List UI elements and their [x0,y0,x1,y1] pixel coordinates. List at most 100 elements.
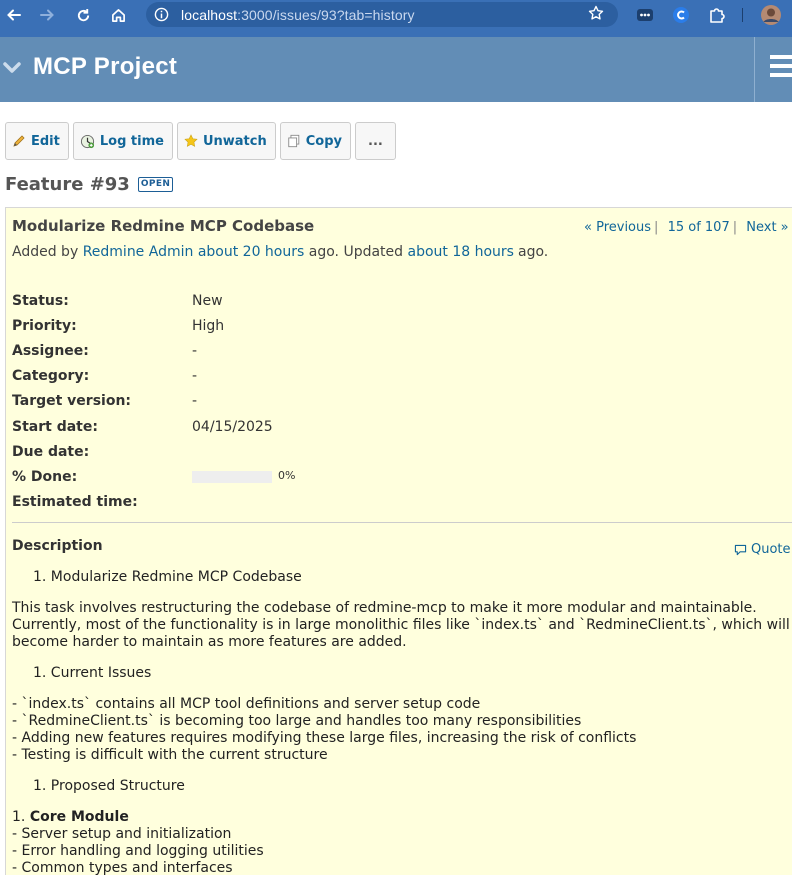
core-module-number: 1. [12,809,30,825]
attribute-row-priority: Priority: High [12,313,295,338]
url-path: :3000/issues/93?tab=history [237,6,415,23]
pencil-icon [12,134,26,148]
core-module-section: 1. Core Module - Server setup and initia… [12,809,792,875]
status-value: New [192,292,223,309]
attribute-row-due-date: Due date: [12,439,295,464]
quote-label: Quote [751,542,791,557]
edit-label: Edit [31,133,60,149]
url-text[interactable]: localhost:3000/issues/93?tab=history [181,7,415,23]
added-time-link[interactable]: about 20 hours [198,244,304,260]
ago-text: ago. [517,244,549,260]
issue-heading: Feature #93 OPEN [5,174,174,195]
description-body: 1. Modularize Redmine MCP Codebase This … [12,569,792,875]
comment-icon [734,544,747,555]
issue-toolbar: Edit Log time Unwatch Copy ... [5,122,396,160]
done-progress: 0% [192,469,296,483]
attribute-row-status: Status: New [12,288,295,313]
list-item: - `RedmineClient.ts` is becoming too lar… [12,713,582,729]
added-by-text: Added by [12,244,79,260]
estimated-time-label: Estimated time: [12,494,138,511]
due-date-label: Due date: [12,443,90,460]
log-time-label: Log time [99,133,164,149]
extension-dots-icon[interactable] [634,4,656,26]
status-badge: OPEN [137,177,174,192]
author-line: Added by Redmine Admin about 20 hours ag… [12,244,548,260]
hamburger-menu-icon[interactable] [770,55,792,83]
list-item: - Common types and interfaces [12,860,233,875]
issue-pager: « Previous | 15 of 107 | Next » [584,220,789,235]
back-icon[interactable] [0,1,28,29]
description-heading-3: 1. Proposed Structure [33,778,185,794]
attribute-row-assignee: Assignee: - [12,338,295,363]
bookmark-star-icon[interactable] [588,5,604,25]
home-icon[interactable] [104,1,132,29]
core-module-title: Core Module [29,809,129,825]
copy-label: Copy [305,133,342,149]
priority-value: High [192,317,225,334]
list-item: - Testing is difficult with the current … [12,747,328,763]
current-issues-list: - `index.ts` contains all MCP tool defin… [12,696,792,764]
chevron-down-icon[interactable] [2,59,22,79]
previous-issue-link[interactable]: « Previous [584,220,651,235]
attribute-row-target-version: Target version: - [12,389,295,414]
toolbar-separator [742,8,743,22]
unwatch-button[interactable]: Unwatch [176,122,276,160]
more-actions-button[interactable]: ... [355,122,396,160]
issue-details: Modularize Redmine MCP Codebase « Previo… [5,207,792,875]
site-info-icon[interactable] [154,7,169,22]
issue-position-link[interactable]: 15 of 107 [668,220,730,235]
issue-attributes: Status: New Priority: High Assignee: - C… [12,288,295,515]
start-date-value: 04/15/2025 [192,418,273,435]
list-item: - Error handling and logging utilities [12,843,264,859]
attribute-row-category: Category: - [12,364,295,389]
extension-c-icon[interactable] [670,4,692,26]
project-title[interactable]: MCP Project [33,53,177,81]
next-issue-link[interactable]: Next » [746,220,788,235]
more-actions-label: ... [368,133,383,149]
category-label: Category: [12,368,90,385]
issue-subject: Modularize Redmine MCP Codebase [12,217,315,235]
issue-title: Feature #93 [5,174,130,195]
target-version-value: - [192,393,198,410]
updated-text: ago. Updated [308,244,404,260]
done-percent: 0% [278,469,296,483]
edit-button[interactable]: Edit [5,122,69,160]
priority-label: Priority: [12,317,77,334]
assignee-value: - [192,342,198,359]
progress-bar [192,470,272,483]
log-time-button[interactable]: Log time [72,122,173,160]
core-module-heading: 1. Core Module [12,809,792,826]
star-icon [184,134,198,148]
assignee-label: Assignee: [12,342,89,359]
browser-toolbar: localhost:3000/issues/93?tab=history [0,0,792,37]
profile-avatar[interactable] [760,4,782,26]
url-host: localhost [181,6,238,23]
header-divider [754,37,755,102]
quote-button[interactable]: Quote [734,542,791,557]
description-heading-2: 1. Current Issues [33,665,152,681]
updated-time-link[interactable]: about 18 hours [408,244,514,260]
address-bar[interactable]: localhost:3000/issues/93?tab=history [146,2,618,27]
description-heading-1: 1. Modularize Redmine MCP Codebase [33,569,302,585]
list-item: - Adding new features requires modifying… [12,730,637,746]
attributes-divider [12,522,792,523]
author-link[interactable]: Redmine Admin [83,244,194,260]
attribute-row-estimated-time: Estimated time: [12,490,295,515]
forward-icon[interactable] [33,1,61,29]
copy-button[interactable]: Copy [279,122,351,160]
attribute-row-done: % Done: 0% [12,464,295,489]
description-title: Description [12,538,103,554]
list-item: - Server setup and initialization [12,826,232,842]
target-version-label: Target version: [12,393,132,410]
done-label: % Done: [12,468,78,485]
extensions-puzzle-icon[interactable] [706,4,728,26]
list-item: - `index.ts` contains all MCP tool defin… [12,696,481,712]
category-value: - [192,368,198,385]
reload-icon[interactable] [69,1,97,29]
unwatch-label: Unwatch [202,133,267,149]
status-label: Status: [12,292,69,309]
project-header: MCP Project [0,37,792,102]
start-date-label: Start date: [12,418,98,435]
attribute-row-start-date: Start date: 04/15/2025 [12,414,295,439]
copy-icon [287,134,301,148]
